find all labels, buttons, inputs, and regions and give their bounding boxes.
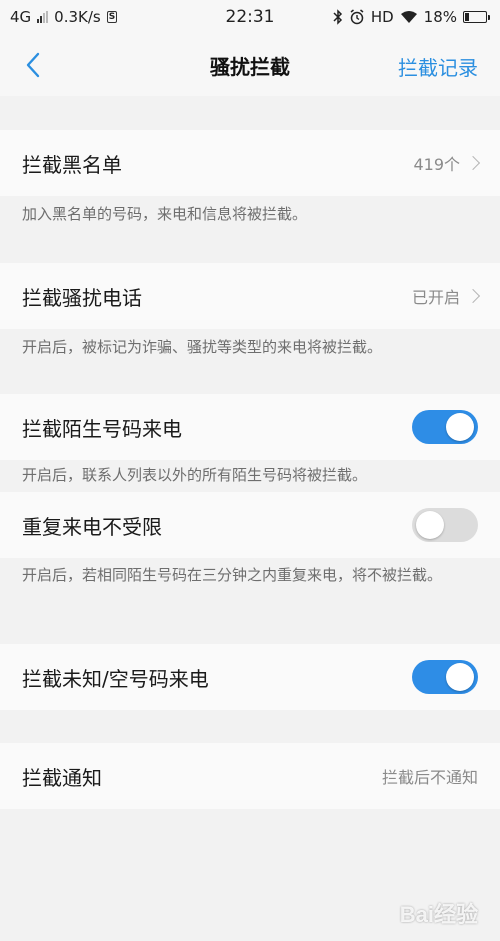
harass-calls-label: 拦截骚扰电话	[22, 285, 142, 310]
repeat-calls-row: 重复来电不受限	[0, 492, 500, 558]
toggle-knob	[446, 663, 474, 691]
bluetooth-icon	[333, 9, 342, 25]
chevron-right-icon	[465, 155, 481, 171]
intercept-records-link[interactable]: 拦截记录	[398, 52, 478, 81]
toggle-knob	[416, 511, 444, 539]
notify-label: 拦截通知	[22, 765, 102, 790]
harass-calls-status: 已开启	[411, 288, 460, 307]
chevron-right-icon	[465, 288, 481, 304]
harass-calls-desc: 开启后，被标记为诈骗、骚扰等类型的来电将被拦截。	[22, 338, 383, 356]
repeat-calls-desc: 开启后，若相同陌生号码在三分钟之内重复来电，将不被拦截。	[22, 566, 443, 584]
status-bar: 4G 0.3K/s S 22:31 HD 18%	[0, 0, 500, 34]
blacklist-label: 拦截黑名单	[22, 152, 122, 177]
status-right: HD 18%	[333, 8, 490, 26]
wifi-icon	[400, 11, 417, 23]
hd-badge: HD	[370, 8, 394, 26]
battery-percent: 18%	[423, 8, 457, 26]
status-left: 4G 0.3K/s S	[10, 8, 118, 26]
unknown-calls-toggle[interactable]	[412, 660, 478, 694]
alarm-icon	[350, 9, 364, 25]
unknown-calls-label: 拦截未知/空号码来电	[22, 666, 209, 691]
blacklist-row[interactable]: 拦截黑名单 419个	[0, 130, 500, 196]
blacklist-value-group: 419个	[413, 151, 481, 175]
stranger-calls-row: 拦截陌生号码来电	[0, 394, 500, 460]
toggle-knob	[446, 413, 474, 441]
harass-calls-row[interactable]: 拦截骚扰电话 已开启	[0, 263, 500, 329]
notify-value: 拦截后不通知	[381, 768, 478, 787]
harass-calls-value-group: 已开启	[411, 284, 481, 308]
page-title: 骚扰拦截	[210, 54, 290, 79]
blacklist-count: 419个	[413, 155, 460, 174]
battery-icon	[463, 11, 490, 23]
baidu-jingyan-watermark: Bai经验	[399, 902, 478, 927]
stranger-calls-desc: 开启后，联系人列表以外的所有陌生号码将被拦截。	[22, 466, 368, 484]
notify-row[interactable]: 拦截通知 拦截后不通知	[0, 743, 500, 809]
chevron-left-icon	[26, 52, 40, 78]
stranger-calls-toggle[interactable]	[412, 410, 478, 444]
unknown-calls-row: 拦截未知/空号码来电	[0, 644, 500, 710]
signal-icon	[37, 11, 49, 23]
repeat-calls-toggle[interactable]	[412, 508, 478, 542]
stranger-calls-label: 拦截陌生号码来电	[22, 416, 182, 441]
blacklist-desc: 加入黑名单的号码，来电和信息将被拦截。	[22, 205, 308, 223]
header: 骚扰拦截 拦截记录	[0, 34, 500, 96]
repeat-calls-label: 重复来电不受限	[22, 514, 162, 539]
network-speed: 0.3K/s	[54, 8, 101, 26]
network-type: 4G	[10, 8, 32, 26]
sim-icon: S	[106, 11, 118, 23]
back-button[interactable]	[18, 50, 48, 80]
